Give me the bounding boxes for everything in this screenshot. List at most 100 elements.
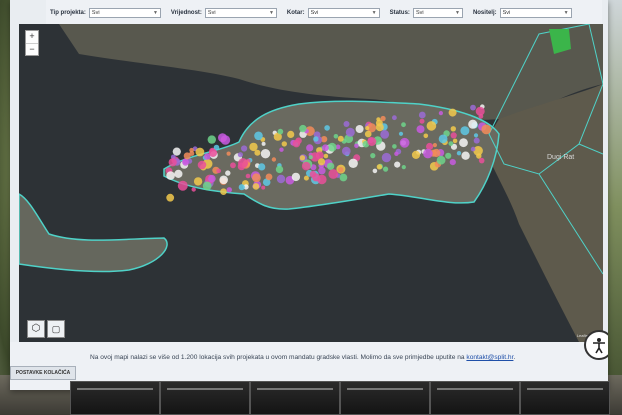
project-marker[interactable] [245,173,251,179]
project-marker[interactable] [322,144,329,152]
project-marker[interactable] [197,160,207,170]
project-marker[interactable] [291,172,301,182]
project-marker[interactable] [276,174,286,184]
project-marker[interactable] [398,131,404,136]
zoom-in-button[interactable]: + [26,31,38,44]
project-marker[interactable] [218,133,227,143]
project-marker[interactable] [252,183,260,190]
project-marker[interactable] [238,158,248,169]
project-marker[interactable] [461,151,470,160]
project-marker[interactable] [470,104,476,111]
project-marker[interactable] [238,184,245,191]
project-marker[interactable] [299,124,307,133]
project-marker[interactable] [226,151,231,156]
project-marker[interactable] [381,152,392,163]
project-marker[interactable] [241,145,248,152]
project-marker[interactable] [468,119,478,129]
project-marker[interactable] [354,143,359,149]
project-marker[interactable] [419,118,425,124]
project-marker[interactable] [460,126,470,136]
project-marker[interactable] [313,136,319,142]
project-marker[interactable] [380,115,386,122]
project-marker[interactable] [208,148,218,157]
project-marker[interactable] [367,137,377,146]
project-marker[interactable] [208,174,216,183]
project-marker[interactable] [452,138,458,144]
project-marker[interactable] [473,137,480,144]
project-marker[interactable] [328,169,339,179]
project-marker[interactable] [189,151,195,156]
project-marker[interactable] [473,133,479,138]
project-marker[interactable] [380,130,390,139]
project-marker[interactable] [450,132,457,139]
project-marker[interactable] [481,124,492,135]
project-marker[interactable] [317,158,326,166]
project-marker[interactable] [456,151,462,156]
project-marker[interactable] [265,173,273,181]
project-marker[interactable] [177,180,188,191]
project-marker[interactable] [258,163,266,171]
project-marker[interactable] [348,158,358,168]
project-marker[interactable] [432,143,437,148]
project-marker[interactable] [327,142,337,152]
fullscreen-icon[interactable]: ▢ [47,320,65,338]
project-marker[interactable] [275,165,284,174]
project-marker[interactable] [252,173,261,183]
project-marker[interactable] [478,157,485,164]
project-marker[interactable] [339,173,348,182]
project-marker[interactable] [168,158,177,167]
zoom-out-button[interactable]: − [26,44,38,56]
project-marker[interactable] [394,151,399,156]
district-select[interactable]: Svi ▼ [307,7,380,18]
project-marker[interactable] [450,126,456,132]
project-marker[interactable] [216,168,221,174]
project-marker[interactable] [254,131,263,141]
project-marker[interactable] [324,125,330,131]
project-marker[interactable] [476,153,482,159]
project-marker[interactable] [166,193,175,202]
project-marker[interactable] [301,161,311,171]
project-marker[interactable] [372,168,378,174]
project-marker[interactable] [436,155,446,165]
project-marker[interactable] [191,187,196,192]
project-marker[interactable] [202,181,212,191]
project-marker[interactable] [426,121,437,131]
project-marker[interactable] [315,151,324,160]
project-marker[interactable] [220,188,227,195]
cookie-settings-button[interactable]: POSTAVKE KOLAČIĆA [10,366,76,380]
project-marker[interactable] [249,142,258,152]
project-marker[interactable] [333,134,339,139]
project-marker[interactable] [166,171,175,180]
project-marker[interactable] [299,155,306,161]
project-marker[interactable] [449,159,456,166]
project-marker[interactable] [478,113,484,119]
project-marker[interactable] [355,125,364,133]
project-marker[interactable] [370,153,376,159]
project-marker[interactable] [432,148,441,158]
project-marker[interactable] [323,153,329,159]
contact-email-link[interactable]: kontakt@split.hr [466,354,513,361]
project-marker[interactable] [411,150,421,159]
project-marker[interactable] [343,121,350,127]
project-marker[interactable] [174,169,183,178]
project-marker[interactable] [445,152,452,159]
project-marker[interactable] [337,167,344,173]
accessibility-icon[interactable] [584,330,608,360]
project-marker[interactable] [423,148,433,159]
project-marker[interactable] [345,127,355,137]
project-marker[interactable] [260,149,271,159]
project-marker[interactable] [383,166,389,172]
project-marker[interactable] [172,147,181,156]
project-marker[interactable] [193,177,203,186]
project-marker[interactable] [277,128,284,135]
project-marker[interactable] [470,146,476,152]
project-marker[interactable] [364,130,372,138]
project-marker[interactable] [279,147,284,152]
project-marker[interactable] [326,162,335,170]
project-marker[interactable] [448,141,454,146]
project-marker[interactable] [418,111,426,119]
project-marker[interactable] [423,133,429,139]
project-marker[interactable] [226,187,232,193]
project-marker[interactable] [303,175,309,181]
project-marker[interactable] [401,122,406,128]
